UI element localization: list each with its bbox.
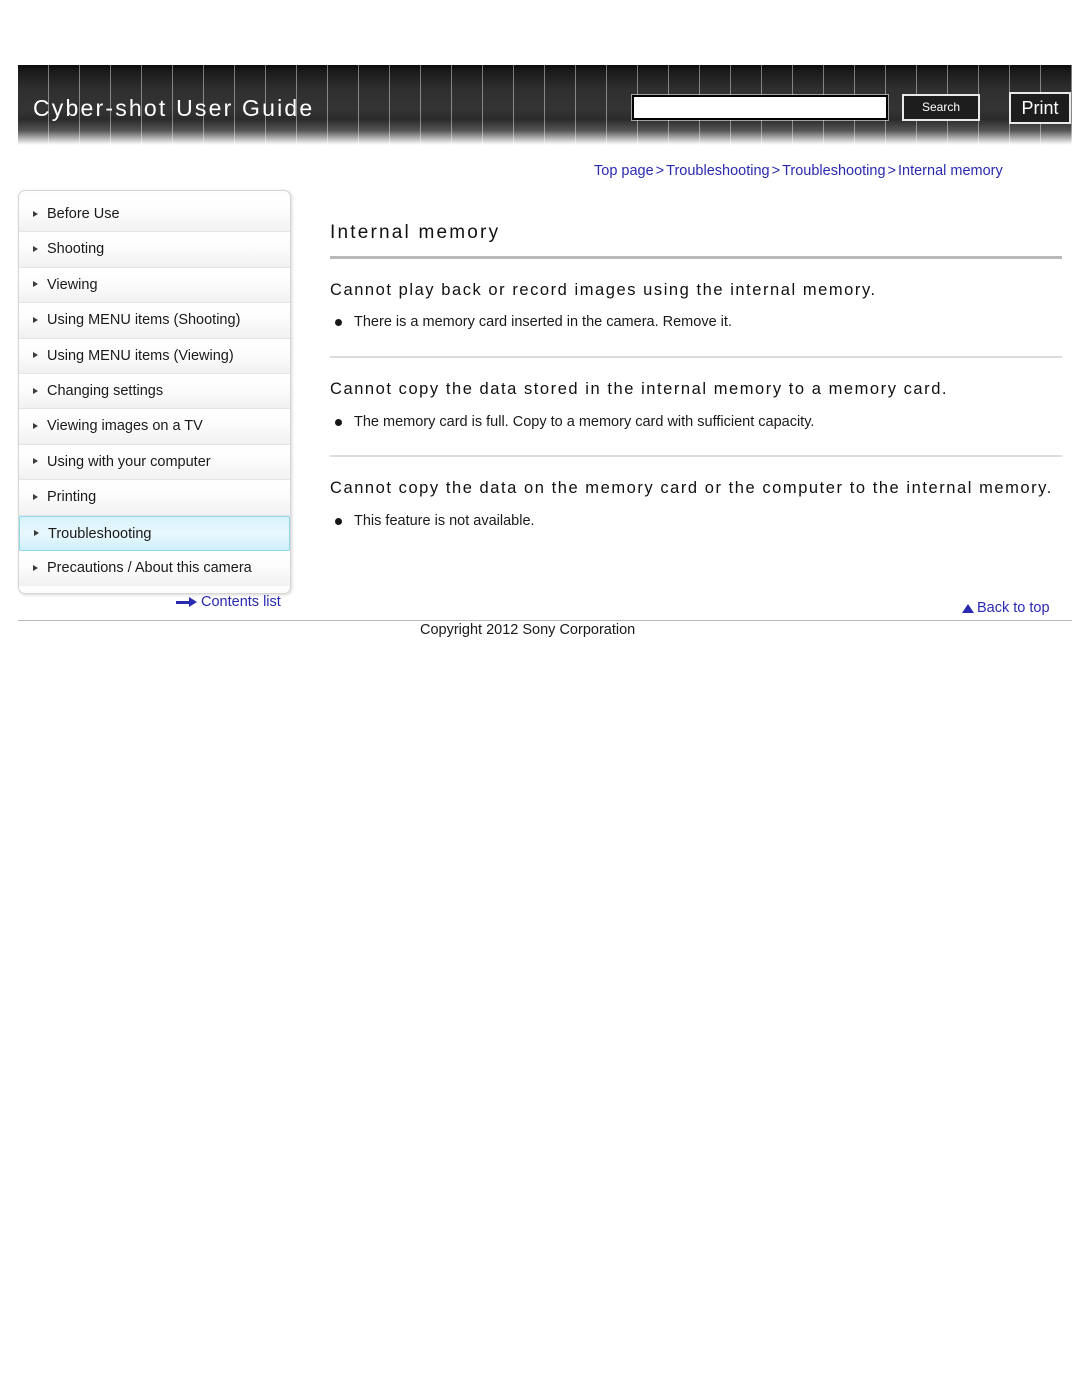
footer-divider [18, 620, 1072, 621]
sidebar-item-label: Precautions / About this camera [47, 559, 252, 576]
back-to-top-label: Back to top [977, 600, 1050, 616]
sidebar-item-label: Troubleshooting [48, 525, 152, 542]
sidebar-item-label: Viewing images on a TV [47, 418, 203, 435]
sidebar-item-before-use[interactable]: Before Use [19, 197, 290, 233]
breadcrumb-separator: > [771, 163, 781, 179]
sidebar-item-label: Changing settings [47, 382, 164, 399]
print-button[interactable]: Print [1009, 92, 1071, 124]
section-heading: Cannot play back or record images using … [330, 281, 877, 299]
sidebar-item-label: Using with your computer [47, 453, 211, 470]
section-bullet-list: This feature is not available. [330, 511, 1062, 555]
header-banner: Cyber-shot User Guide Search Print [18, 65, 1072, 145]
breadcrumb-item-top-page[interactable]: Top page [594, 163, 654, 179]
section-cannot-copy-to-internal-memory: Cannot copy the data on the memory card … [330, 457, 1062, 554]
breadcrumb-item-troubleshooting-1[interactable]: Troubleshooting [666, 163, 769, 179]
sidebar-item-label: Before Use [47, 206, 120, 222]
page-title: Internal memory [330, 222, 501, 243]
back-to-top-link[interactable]: Back to top [962, 600, 1050, 616]
section-bullet-list: The memory card is full. Copy to a memor… [330, 412, 1062, 456]
sidebar-item-label: Using MENU items (Shooting) [47, 312, 241, 329]
list-item: There is a memory card inserted in the c… [330, 312, 1062, 334]
breadcrumb-item-troubleshooting-2[interactable]: Troubleshooting [782, 163, 885, 179]
contents-list-label: Contents list [201, 594, 281, 610]
sidebar-item-label: Using MENU items (Viewing) [47, 347, 234, 364]
breadcrumb-separator: > [655, 163, 665, 179]
sidebar-item-printing[interactable]: Printing [19, 480, 290, 516]
sidebar-item-label: Printing [47, 489, 97, 506]
arrow-right-icon [176, 597, 198, 608]
sidebar-item-viewing-images-on-a-tv[interactable]: Viewing images on a TV [19, 409, 290, 445]
sidebar-item-using-menu-items-viewing[interactable]: Using MENU items (Viewing) [19, 338, 290, 374]
contents-list-link[interactable]: Contents list [176, 594, 281, 610]
copyright-text: Copyright 2012 Sony Corporation [420, 622, 636, 638]
sidebar-item-using-menu-items-shooting[interactable]: Using MENU items (Shooting) [19, 303, 290, 339]
sidebar-item-using-with-your-computer[interactable]: Using with your computer [19, 444, 290, 481]
section-cannot-copy-to-memory-card: Cannot copy the data stored in the inter… [330, 358, 1062, 455]
search-input[interactable] [632, 95, 888, 120]
list-item: The memory card is full. Copy to a memor… [330, 412, 1062, 434]
main-content: Internal memory Cannot play back or reco… [330, 222, 1062, 555]
site-title: Cyber-shot User Guide [33, 95, 315, 121]
section-heading: Cannot copy the data stored in the inter… [330, 380, 949, 399]
list-item: This feature is not available. [330, 511, 1062, 533]
breadcrumb-item-internal-memory[interactable]: Internal memory [898, 163, 1003, 179]
sidebar-item-label: Shooting [47, 241, 105, 258]
breadcrumb-separator: > [887, 163, 896, 179]
section-cannot-play-back: Cannot play back or record images using … [330, 259, 1062, 356]
section-heading: Cannot copy the data on the memory card … [330, 479, 1053, 498]
triangle-up-icon [962, 603, 974, 613]
sidebar-item-troubleshooting[interactable]: Troubleshooting [19, 515, 290, 551]
sidebar-item-precautions-about-this-camera[interactable]: Precautions / About this camera [19, 550, 290, 587]
sidebar-item-changing-settings[interactable]: Changing settings [19, 373, 290, 410]
section-bullet-list: There is a memory card inserted in the c… [330, 312, 1062, 356]
sidebar-item-shooting[interactable]: Shooting [19, 232, 290, 268]
sidebar-nav: Before Use Shooting Viewing Using MENU i… [18, 190, 291, 595]
sidebar-item-label: Viewing [47, 276, 98, 293]
search-button[interactable]: Search [902, 94, 980, 121]
sidebar-item-viewing[interactable]: Viewing [19, 267, 290, 304]
breadcrumb: Top page > Troubleshooting > Troubleshooting… [594, 163, 1003, 179]
